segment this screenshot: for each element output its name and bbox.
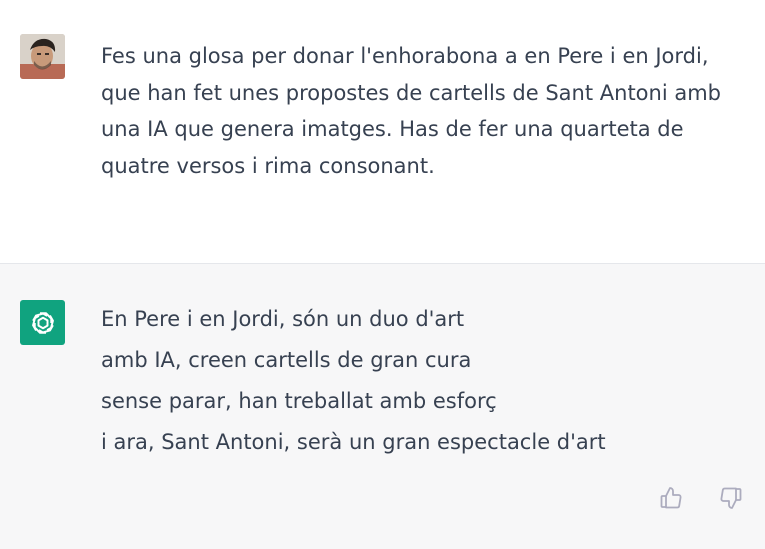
- user-message-row: Fes una glosa per donar l'enhorabona a e…: [0, 0, 765, 264]
- poem-line-2: amb IA, creen cartells de gran cura: [101, 348, 472, 372]
- poem-line-1: En Pere i en Jordi, són un duo d'art: [101, 307, 465, 331]
- user-message-text: Fes una glosa per donar l'enhorabona a e…: [101, 44, 722, 178]
- thumbs-up-button[interactable]: [657, 484, 685, 512]
- thumbs-down-icon: [720, 487, 742, 509]
- thumbs-down-button[interactable]: [717, 484, 745, 512]
- chat-page: Fes una glosa per donar l'enhorabona a e…: [0, 0, 765, 549]
- assistant-avatar: [20, 300, 65, 345]
- assistant-message-text: En Pere i en Jordi, són un duo d'art amb…: [101, 307, 721, 471]
- poem-line-3: sense parar, han treballat amb esforç: [101, 389, 497, 413]
- openai-logo-icon: [31, 311, 54, 334]
- user-avatar: [20, 34, 65, 79]
- poem-line-4: i ara, Sant Antoni, serà un gran especta…: [101, 430, 606, 454]
- assistant-message-row: En Pere i en Jordi, són un duo d'art amb…: [0, 264, 765, 549]
- user-avatar-photo-icon: [20, 34, 65, 79]
- thumbs-up-icon: [660, 487, 682, 509]
